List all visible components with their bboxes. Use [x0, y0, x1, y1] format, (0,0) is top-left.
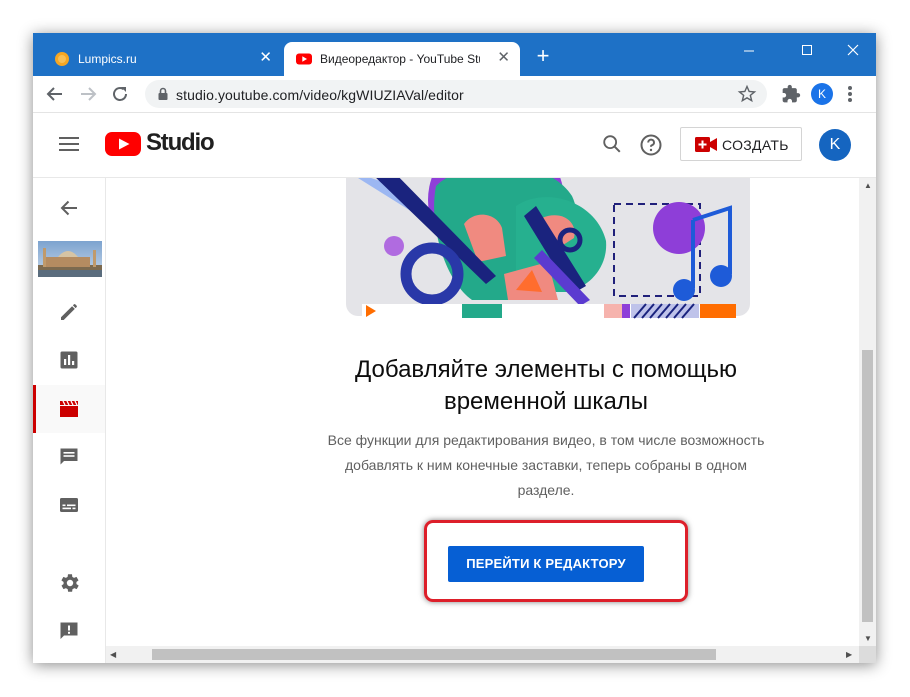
maximize-icon[interactable]	[792, 39, 822, 61]
youtube-icon	[296, 53, 312, 65]
search-icon[interactable]	[601, 133, 623, 155]
url-text: studio.youtube.com/video/kgWIUZIAVal/edi…	[176, 87, 464, 103]
scroll-up-arrow-icon[interactable]: ▲	[864, 181, 872, 190]
tab-youtube-studio[interactable]: Видеоредактор - YouTube Studio ✕	[284, 42, 520, 76]
subtitles-icon[interactable]	[57, 493, 81, 517]
scroll-left-arrow-icon[interactable]: ◀	[110, 650, 116, 659]
video-camera-add-icon	[695, 137, 717, 152]
settings-gear-icon[interactable]	[57, 571, 81, 595]
main-content: Добавляйте элементы с помощью временной …	[106, 178, 859, 646]
left-sidebar	[33, 178, 106, 663]
create-button[interactable]: СОЗДАТЬ	[680, 127, 802, 161]
go-to-editor-button[interactable]: ПЕРЕЙТИ К РЕДАКТОРУ	[448, 546, 644, 582]
reload-icon[interactable]	[108, 82, 132, 106]
horizontal-scrollbar[interactable]: ◀ ▶	[106, 646, 859, 663]
analytics-icon[interactable]	[57, 348, 81, 372]
feedback-icon[interactable]	[57, 619, 81, 643]
editor-promo-heading: Добавляйте элементы с помощью временной …	[355, 356, 737, 415]
tab-title: Видеоредактор - YouTube Studio	[320, 52, 480, 66]
editor-promo-description: Все функции для редактирования видео, в …	[327, 432, 765, 498]
extensions-puzzle-icon[interactable]	[781, 84, 801, 104]
scrollbar-corner	[859, 646, 876, 663]
window-close-icon[interactable]	[838, 39, 868, 61]
active-item-indicator	[33, 385, 36, 433]
video-thumbnail[interactable]	[38, 241, 102, 277]
tab-strip: Lumpics.ru ✕ Видеоредактор - YouTube Stu…	[33, 33, 876, 76]
lumpics-orange-circle-icon	[55, 52, 69, 66]
minimize-icon[interactable]	[734, 39, 764, 61]
edit-pencil-icon[interactable]	[57, 300, 81, 324]
youtube-logo-icon[interactable]	[105, 131, 141, 157]
back-arrow-icon[interactable]	[57, 196, 81, 220]
new-tab-button[interactable]: +	[531, 44, 555, 68]
tab-close-icon[interactable]: ✕	[259, 49, 272, 67]
back-icon[interactable]	[43, 82, 67, 106]
timeline-editor-illustration	[346, 178, 750, 319]
browser-menu-icon[interactable]	[846, 83, 854, 105]
editor-clapperboard-icon[interactable]	[57, 397, 81, 421]
create-button-label: СОЗДАТЬ	[722, 137, 789, 153]
vertical-scroll-thumb[interactable]	[862, 350, 873, 622]
tab-lumpics[interactable]: Lumpics.ru ✕	[42, 42, 282, 76]
forward-icon[interactable]	[76, 82, 100, 106]
tab-close-icon[interactable]: ✕	[497, 49, 510, 67]
account-avatar[interactable]: K	[819, 129, 851, 161]
studio-logo-text[interactable]: Studio	[146, 129, 215, 157]
help-icon[interactable]	[639, 133, 663, 157]
tab-title: Lumpics.ru	[78, 52, 137, 66]
horizontal-scroll-thumb[interactable]	[152, 649, 716, 660]
hamburger-menu-icon[interactable]	[59, 135, 79, 153]
browser-profile-avatar[interactable]: K	[811, 83, 833, 105]
vertical-scrollbar[interactable]: ▲ ▼	[859, 178, 876, 646]
scroll-down-arrow-icon[interactable]: ▼	[864, 634, 872, 643]
scroll-right-arrow-icon[interactable]: ▶	[846, 650, 852, 659]
studio-header: Studio СОЗДАТЬ K	[33, 113, 876, 178]
address-bar[interactable]: studio.youtube.com/video/kgWIUZIAVal/edi…	[145, 80, 767, 108]
browser-toolbar: studio.youtube.com/video/kgWIUZIAVal/edi…	[33, 76, 876, 113]
browser-window: Lumpics.ru ✕ Видеоредактор - YouTube Stu…	[33, 33, 876, 663]
lock-icon	[158, 87, 168, 100]
bookmark-star-icon[interactable]	[737, 84, 757, 104]
comments-icon[interactable]	[57, 445, 81, 469]
